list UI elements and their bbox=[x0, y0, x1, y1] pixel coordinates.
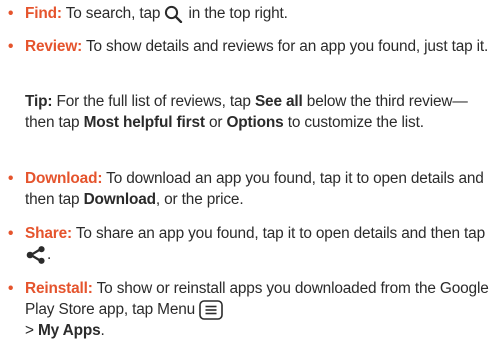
item-text-reinstall-2: > bbox=[25, 322, 38, 339]
item-bold-download: Download bbox=[83, 191, 156, 208]
item-text: Share: To share an app you found, tap it… bbox=[25, 223, 490, 265]
item-text-share-2: . bbox=[47, 246, 52, 263]
item-text-find-1: To search, tap bbox=[61, 5, 165, 22]
item-text: Download: To download an app you found, … bbox=[25, 168, 490, 210]
share-icon bbox=[25, 246, 47, 264]
item-key-download: Download: bbox=[25, 170, 103, 187]
bullet: • bbox=[8, 225, 14, 242]
item-key-find: Find: bbox=[25, 5, 62, 22]
list-item-download: • Download: To download an app you found… bbox=[8, 168, 490, 210]
item-key-reinstall: Reinstall: bbox=[25, 280, 93, 297]
page: • Find: To search, tap in the top right.… bbox=[0, 0, 495, 353]
item-text-review: To show details and reviews for an app y… bbox=[82, 38, 489, 55]
menu-icon bbox=[199, 300, 224, 320]
list-item-review: • Review: To show details and reviews fo… bbox=[8, 36, 490, 57]
item-text-reinstall-3: . bbox=[100, 322, 105, 339]
list-item-share: • Share: To share an app you found, tap … bbox=[8, 223, 490, 265]
tip-bold-see-all: See all bbox=[254, 93, 303, 110]
item-text-reinstall-1: To show or reinstall apps you downloaded… bbox=[25, 280, 489, 318]
bullet: • bbox=[8, 5, 14, 22]
item-text: Find: To search, tap in the top right. bbox=[25, 3, 490, 24]
bullet: • bbox=[8, 170, 14, 187]
tip-text-3: or bbox=[204, 114, 227, 131]
item-text-download-2: , or the price. bbox=[155, 191, 244, 208]
bullet: • bbox=[8, 280, 14, 297]
bullet: • bbox=[8, 38, 14, 55]
item-text-find-2: in the top right. bbox=[184, 5, 288, 22]
list-item-reinstall: • Reinstall: To show or reinstall apps y… bbox=[8, 278, 490, 341]
item-text: Review: To show details and reviews for … bbox=[25, 36, 490, 57]
list-item-find: • Find: To search, tap in the top right. bbox=[8, 3, 490, 24]
tip-bold-most-helpful: Most helpful first bbox=[83, 114, 205, 131]
item-bold-my-apps: My Apps bbox=[37, 322, 101, 339]
item-text-share-1: To share an app you found, tap it to ope… bbox=[72, 225, 485, 242]
item-text: Reinstall: To show or reinstall apps you… bbox=[25, 278, 490, 341]
tip-text-1: For the full list of reviews, tap bbox=[52, 93, 255, 110]
tip-key: Tip: bbox=[25, 93, 53, 110]
search-icon bbox=[164, 5, 184, 23]
tip-block: Tip: For the full list of reviews, tap S… bbox=[25, 91, 490, 133]
item-key-share: Share: bbox=[25, 225, 73, 242]
tip-text-4: to customize the list. bbox=[283, 114, 424, 131]
tip-bold-options: Options bbox=[226, 114, 284, 131]
item-key-review: Review: bbox=[25, 38, 83, 55]
